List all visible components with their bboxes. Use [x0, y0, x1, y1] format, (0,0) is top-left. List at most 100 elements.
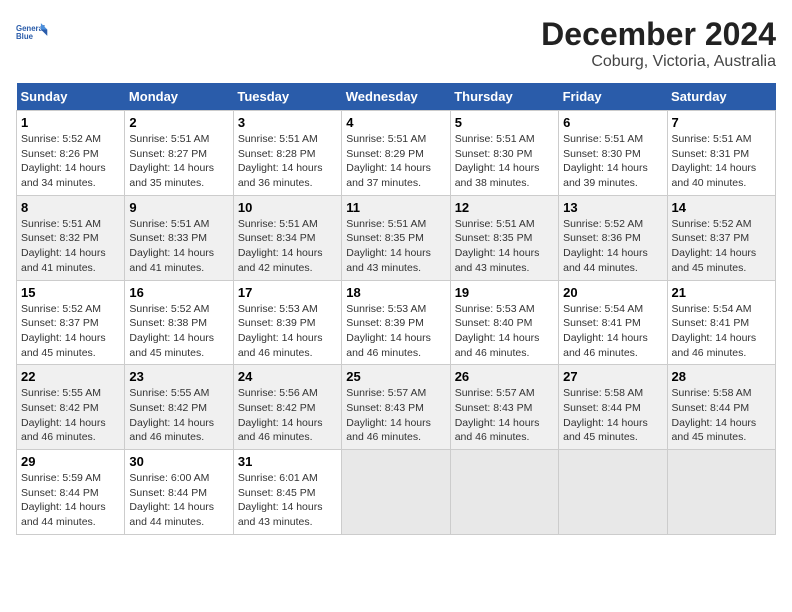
day-number: 29 [21, 454, 120, 469]
page-subtitle: Coburg, Victoria, Australia [541, 53, 776, 71]
calendar-day-cell [559, 450, 667, 535]
day-number: 2 [129, 115, 228, 130]
day-number: 28 [672, 369, 771, 384]
calendar-day-cell: 4 Sunrise: 5:51 AM Sunset: 8:29 PM Daylig… [342, 111, 450, 196]
day-number: 10 [238, 200, 337, 215]
day-info: Sunrise: 5:56 AM Sunset: 8:42 PM Dayligh… [238, 386, 337, 445]
calendar-day-cell: 31 Sunrise: 6:01 AM Sunset: 8:45 PM Dayli… [233, 450, 341, 535]
day-number: 19 [455, 285, 554, 300]
calendar-day-cell: 26 Sunrise: 5:57 AM Sunset: 8:43 PM Dayli… [450, 365, 558, 450]
calendar-day-cell: 11Sunrise: 5:51 AM Sunset: 8:35 PM Dayli… [342, 195, 450, 280]
day-number: 17 [238, 285, 337, 300]
svg-text:Blue: Blue [16, 32, 34, 41]
calendar-week-row: 1 Sunrise: 5:52 AM Sunset: 8:26 PM Daylig… [17, 111, 776, 196]
day-info: Sunrise: 5:53 AM Sunset: 8:40 PM Dayligh… [455, 302, 554, 361]
day-number: 21 [672, 285, 771, 300]
day-number: 3 [238, 115, 337, 130]
day-number: 24 [238, 369, 337, 384]
day-info: Sunrise: 5:51 AM Sunset: 8:32 PM Dayligh… [21, 217, 120, 276]
calendar-day-cell: 10 Sunrise: 5:51 AM Sunset: 8:34 PM Dayli… [233, 195, 341, 280]
logo-icon: GeneralBlue [16, 16, 48, 48]
calendar-day-cell: 15 Sunrise: 5:52 AM Sunset: 8:37 PM Dayli… [17, 280, 125, 365]
calendar-week-row: 29 Sunrise: 5:59 AM Sunset: 8:44 PM Dayli… [17, 450, 776, 535]
day-number: 27 [563, 369, 662, 384]
day-number: 30 [129, 454, 228, 469]
calendar-day-cell: 18Sunrise: 5:53 AM Sunset: 8:39 PM Dayli… [342, 280, 450, 365]
header-monday: Monday [125, 83, 233, 111]
day-info: Sunrise: 5:57 AM Sunset: 8:43 PM Dayligh… [455, 386, 554, 445]
calendar-day-cell [667, 450, 775, 535]
calendar-day-cell: 21 Sunrise: 5:54 AM Sunset: 8:41 PM Dayli… [667, 280, 775, 365]
logo: GeneralBlue [16, 16, 48, 48]
day-number: 14 [672, 200, 771, 215]
day-number: 16 [129, 285, 228, 300]
day-info: Sunrise: 5:51 AM Sunset: 8:33 PM Dayligh… [129, 217, 228, 276]
day-info: Sunrise: 5:59 AM Sunset: 8:44 PM Dayligh… [21, 471, 120, 530]
day-number: 5 [455, 115, 554, 130]
day-number: 6 [563, 115, 662, 130]
calendar-day-cell: 14Sunrise: 5:52 AM Sunset: 8:37 PM Dayli… [667, 195, 775, 280]
day-info: Sunrise: 5:55 AM Sunset: 8:42 PM Dayligh… [129, 386, 228, 445]
day-number: 31 [238, 454, 337, 469]
header-sunday: Sunday [17, 83, 125, 111]
day-info: Sunrise: 5:54 AM Sunset: 8:41 PM Dayligh… [672, 302, 771, 361]
day-info: Sunrise: 5:51 AM Sunset: 8:34 PM Dayligh… [238, 217, 337, 276]
calendar-week-row: 22 Sunrise: 5:55 AM Sunset: 8:42 PM Dayli… [17, 365, 776, 450]
day-info: Sunrise: 5:51 AM Sunset: 8:28 PM Dayligh… [238, 132, 337, 191]
calendar-day-cell: 1 Sunrise: 5:52 AM Sunset: 8:26 PM Daylig… [17, 111, 125, 196]
calendar-day-cell: 20 Sunrise: 5:54 AM Sunset: 8:41 PM Dayli… [559, 280, 667, 365]
day-info: Sunrise: 5:51 AM Sunset: 8:30 PM Dayligh… [455, 132, 554, 191]
header-saturday: Saturday [667, 83, 775, 111]
day-info: Sunrise: 6:01 AM Sunset: 8:45 PM Dayligh… [238, 471, 337, 530]
day-info: Sunrise: 5:52 AM Sunset: 8:26 PM Dayligh… [21, 132, 120, 191]
calendar-day-cell: 8 Sunrise: 5:51 AM Sunset: 8:32 PM Daylig… [17, 195, 125, 280]
day-info: Sunrise: 5:52 AM Sunset: 8:36 PM Dayligh… [563, 217, 662, 276]
calendar-day-cell: 24 Sunrise: 5:56 AM Sunset: 8:42 PM Dayli… [233, 365, 341, 450]
day-number: 8 [21, 200, 120, 215]
day-number: 7 [672, 115, 771, 130]
day-number: 13 [563, 200, 662, 215]
calendar-day-cell: 29 Sunrise: 5:59 AM Sunset: 8:44 PM Dayli… [17, 450, 125, 535]
day-number: 26 [455, 369, 554, 384]
day-info: Sunrise: 5:58 AM Sunset: 8:44 PM Dayligh… [563, 386, 662, 445]
header-tuesday: Tuesday [233, 83, 341, 111]
day-info: Sunrise: 5:52 AM Sunset: 8:37 PM Dayligh… [21, 302, 120, 361]
calendar-day-cell: 22Sunrise: 5:55 AM Sunset: 8:42 PM Dayli… [17, 365, 125, 450]
calendar-day-cell: 30Sunrise: 6:00 AM Sunset: 8:44 PM Dayli… [125, 450, 233, 535]
day-number: 1 [21, 115, 120, 130]
day-number: 9 [129, 200, 228, 215]
calendar-day-cell: 16Sunrise: 5:52 AM Sunset: 8:38 PM Dayli… [125, 280, 233, 365]
calendar-week-row: 8 Sunrise: 5:51 AM Sunset: 8:32 PM Daylig… [17, 195, 776, 280]
calendar-day-cell: 23Sunrise: 5:55 AM Sunset: 8:42 PM Dayli… [125, 365, 233, 450]
calendar-day-cell: 9 Sunrise: 5:51 AM Sunset: 8:33 PM Daylig… [125, 195, 233, 280]
header-wednesday: Wednesday [342, 83, 450, 111]
day-info: Sunrise: 5:51 AM Sunset: 8:31 PM Dayligh… [672, 132, 771, 191]
calendar-day-cell: 3 Sunrise: 5:51 AM Sunset: 8:28 PM Daylig… [233, 111, 341, 196]
day-number: 4 [346, 115, 445, 130]
page-title: December 2024 [541, 16, 776, 53]
day-number: 20 [563, 285, 662, 300]
calendar-day-cell: 13 Sunrise: 5:52 AM Sunset: 8:36 PM Dayli… [559, 195, 667, 280]
day-number: 15 [21, 285, 120, 300]
title-area: December 2024 Coburg, Victoria, Australi… [541, 16, 776, 71]
calendar-day-cell: 19 Sunrise: 5:53 AM Sunset: 8:40 PM Dayli… [450, 280, 558, 365]
calendar-day-cell: 17 Sunrise: 5:53 AM Sunset: 8:39 PM Dayli… [233, 280, 341, 365]
day-info: Sunrise: 5:51 AM Sunset: 8:30 PM Dayligh… [563, 132, 662, 191]
day-info: Sunrise: 5:53 AM Sunset: 8:39 PM Dayligh… [238, 302, 337, 361]
day-info: Sunrise: 5:54 AM Sunset: 8:41 PM Dayligh… [563, 302, 662, 361]
calendar-day-cell [342, 450, 450, 535]
calendar-week-row: 15 Sunrise: 5:52 AM Sunset: 8:37 PM Dayli… [17, 280, 776, 365]
calendar-day-cell: 28 Sunrise: 5:58 AM Sunset: 8:44 PM Dayli… [667, 365, 775, 450]
day-number: 22 [21, 369, 120, 384]
page-header: GeneralBlue December 2024 Coburg, Victor… [16, 16, 776, 71]
weekday-header-row: Sunday Monday Tuesday Wednesday Thursday… [17, 83, 776, 111]
calendar-day-cell: 7 Sunrise: 5:51 AM Sunset: 8:31 PM Daylig… [667, 111, 775, 196]
header-thursday: Thursday [450, 83, 558, 111]
day-info: Sunrise: 5:51 AM Sunset: 8:29 PM Dayligh… [346, 132, 445, 191]
day-info: Sunrise: 5:58 AM Sunset: 8:44 PM Dayligh… [672, 386, 771, 445]
day-number: 11 [346, 200, 445, 215]
calendar-day-cell [450, 450, 558, 535]
day-info: Sunrise: 5:57 AM Sunset: 8:43 PM Dayligh… [346, 386, 445, 445]
header-friday: Friday [559, 83, 667, 111]
day-info: Sunrise: 5:51 AM Sunset: 8:35 PM Dayligh… [455, 217, 554, 276]
